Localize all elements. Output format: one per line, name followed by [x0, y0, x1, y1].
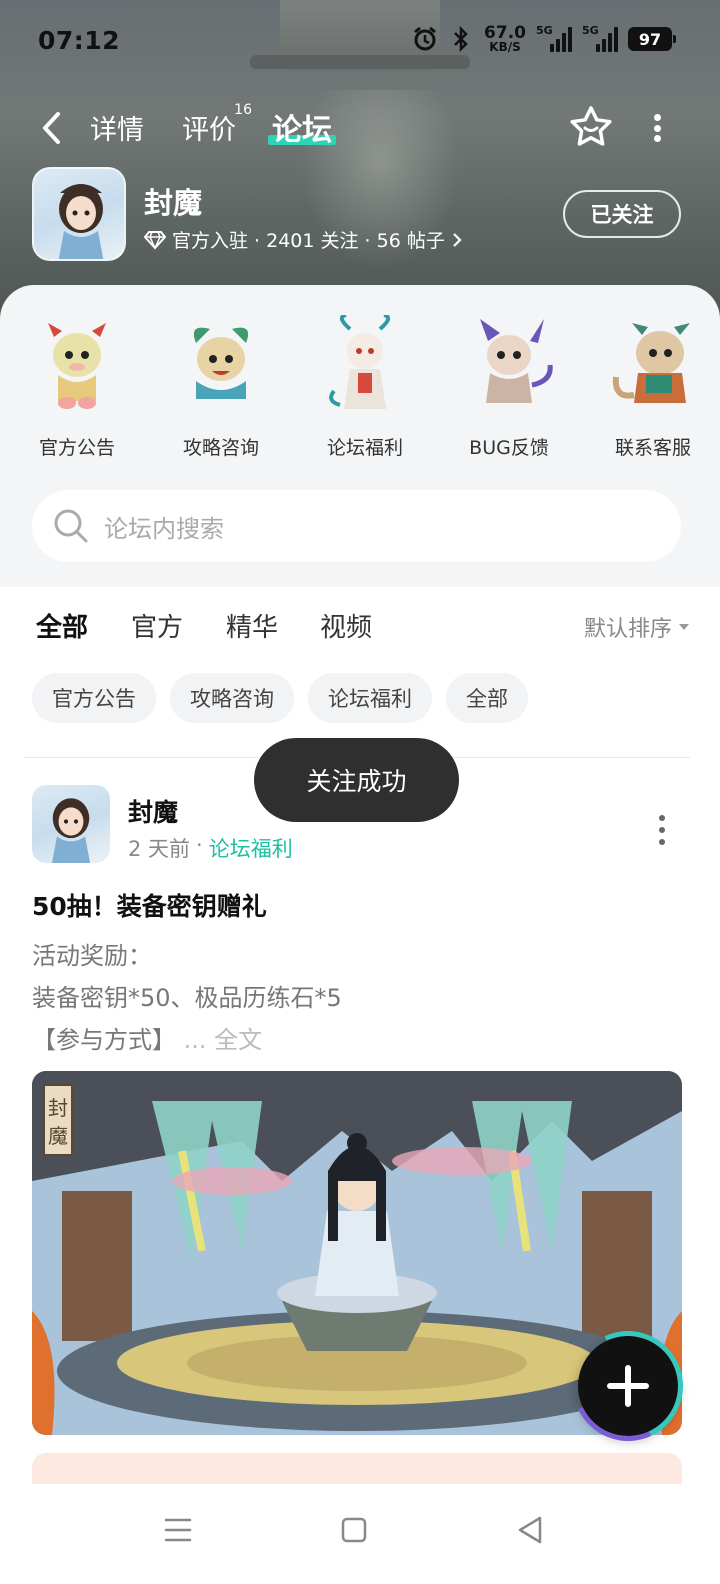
mascot-green-dragon: [166, 315, 276, 415]
chevron-left-icon: [43, 112, 60, 144]
post-author[interactable]: 封魔: [128, 793, 178, 829]
category-guides[interactable]: 攻略咨询: [154, 315, 288, 460]
battery-icon: 97: [628, 27, 676, 51]
system-nav-bar: [0, 1484, 720, 1584]
read-full-link[interactable]: ... 全文: [184, 1026, 263, 1054]
category-list: 官方公告 攻略咨询 论坛福利 BUG反馈 联系客服: [0, 313, 720, 460]
home-button[interactable]: [334, 1510, 374, 1550]
chip-benefits[interactable]: 论坛福利: [308, 673, 432, 723]
square-home-icon: [341, 1517, 367, 1543]
post-time: 2 天前: [128, 837, 191, 861]
chip-all[interactable]: 全部: [446, 673, 528, 723]
post-body[interactable]: 活动奖励： 装备密钥*50、极品历练石*5 【参与方式】 ... 全文: [32, 935, 342, 1061]
favorite-button[interactable]: [568, 104, 614, 150]
plus-icon: [607, 1365, 649, 1407]
search-icon: [54, 509, 88, 543]
toast-message: 关注成功: [254, 738, 459, 822]
post-more-button[interactable]: [657, 815, 667, 845]
post-title[interactable]: 50抽！装备密钥赠礼: [32, 887, 267, 923]
category-customer-service[interactable]: 联系客服: [586, 315, 720, 460]
follow-button[interactable]: 已关注: [563, 190, 681, 238]
game-icon[interactable]: [32, 167, 126, 261]
diamond-icon: [144, 230, 166, 250]
mascot-white-dragon: [310, 313, 420, 415]
review-count-badge: 16: [234, 102, 252, 118]
status-time: 07:12: [38, 26, 121, 55]
top-nav: 详情 评价 16 论坛: [0, 96, 720, 160]
forum-search-input[interactable]: 论坛内搜索: [32, 490, 681, 562]
category-benefits[interactable]: 论坛福利: [298, 313, 432, 460]
new-post-button[interactable]: [578, 1336, 678, 1436]
chip-guides[interactable]: 攻略咨询: [170, 673, 294, 723]
mascot-lion-dragon: [598, 315, 708, 415]
signal-icon: 5G: [536, 24, 572, 52]
alarm-icon: [412, 24, 438, 54]
sort-dropdown[interactable]: 默认排序: [584, 611, 690, 643]
mascot-yellow-dragon: [22, 315, 132, 415]
back-nav-button[interactable]: [510, 1510, 550, 1550]
net-speed: 67.0 KB/S: [484, 23, 526, 54]
chip-announcements[interactable]: 官方公告: [32, 673, 156, 723]
tab-details[interactable]: 详情: [90, 108, 144, 147]
category-announcements[interactable]: 官方公告: [10, 315, 144, 460]
signal-icon: 5G: [582, 24, 618, 52]
tab-reviews[interactable]: 评价 16: [182, 102, 252, 147]
game-meta[interactable]: 官方入驻 · 2401 关注 · 56 帖子: [144, 226, 463, 253]
feed-tabs: 全部 官方 精华 视频 默认排序: [0, 607, 720, 651]
feed-tab-featured[interactable]: 精华: [226, 607, 278, 644]
game-title: 封魔: [144, 186, 203, 220]
feed-tab-video[interactable]: 视频: [320, 607, 372, 644]
image-seal-bottom: 魔: [48, 1124, 68, 1148]
filter-chips: 官方公告 攻略咨询 论坛福利 全部: [32, 673, 528, 723]
mascot-purple-beast: [454, 315, 564, 415]
menu-button[interactable]: [158, 1510, 198, 1550]
search-placeholder: 论坛内搜索: [104, 514, 224, 543]
caret-down-icon: [679, 624, 689, 630]
promo-banner[interactable]: [32, 1453, 682, 1484]
chevron-right-icon: [453, 232, 462, 247]
triangle-back-icon: [518, 1516, 542, 1544]
bluetooth-icon: [448, 24, 474, 54]
menu-icon: [164, 1518, 192, 1542]
post-category-link[interactable]: 论坛福利: [209, 833, 293, 863]
tab-forum[interactable]: 论坛: [268, 105, 336, 149]
back-button[interactable]: [38, 110, 68, 146]
status-bar: 07:12 67.0 KB/S 5G 5G 97: [0, 0, 720, 84]
category-bug-report[interactable]: BUG反馈: [442, 315, 576, 460]
image-seal-top: 封: [48, 1096, 68, 1120]
avatar[interactable]: [32, 785, 110, 863]
category-card: 官方公告 攻略咨询 论坛福利 BUG反馈 联系客服 论坛内搜索: [0, 285, 720, 587]
post-meta: 2 天前 · 论坛福利: [128, 833, 293, 863]
more-options-button[interactable]: [648, 112, 666, 144]
feed-tab-official[interactable]: 官方: [131, 607, 183, 644]
feed-tab-all[interactable]: 全部: [36, 607, 88, 644]
star-icon: [570, 106, 612, 146]
